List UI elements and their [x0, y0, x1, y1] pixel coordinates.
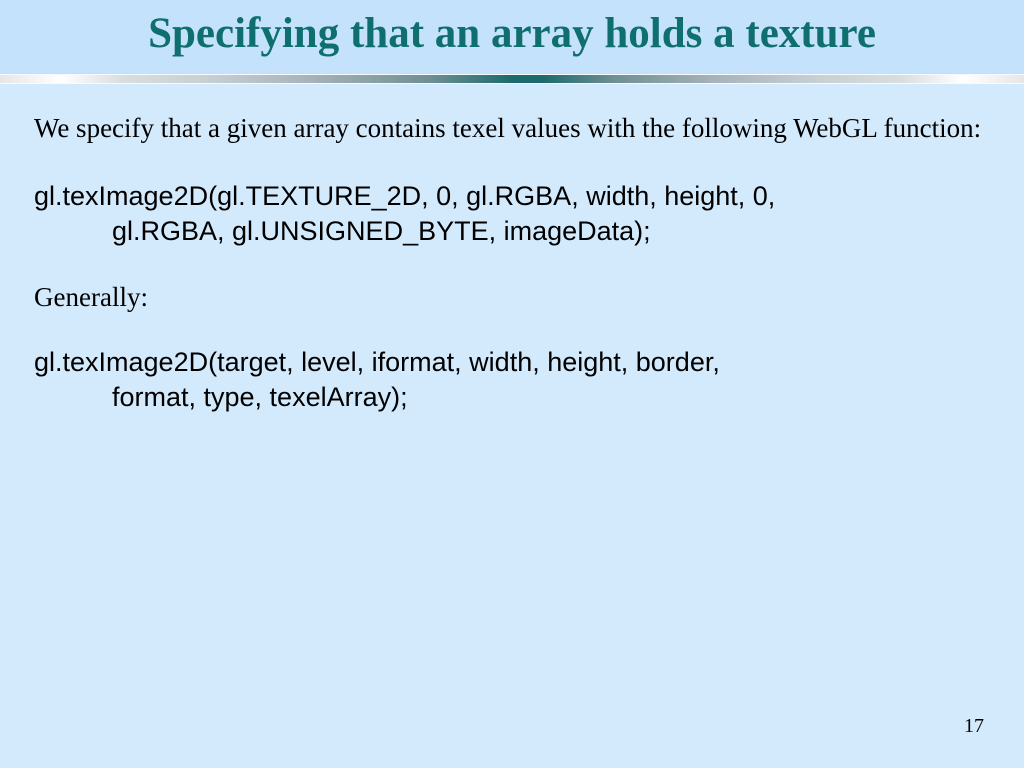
code-line: gl.texImage2D(target, level, iformat, wi…: [34, 345, 990, 380]
slide-content: We specify that a given array contains t…: [0, 84, 1024, 415]
code-line: gl.texImage2D(gl.TEXTURE_2D, 0, gl.RGBA,…: [34, 179, 990, 214]
slide-header: Specifying that an array holds a texture: [0, 0, 1024, 74]
slide-title: Specifying that an array holds a texture: [20, 8, 1004, 60]
intro-text: We specify that a given array contains t…: [34, 112, 990, 146]
code-line: format, type, texelArray);: [34, 380, 990, 415]
code-example-2: gl.texImage2D(target, level, iformat, wi…: [34, 345, 990, 415]
generally-label: Generally:: [34, 282, 990, 313]
header-divider: [0, 74, 1024, 84]
code-line: gl.RGBA, gl.UNSIGNED_BYTE, imageData);: [34, 214, 990, 249]
page-number: 17: [964, 715, 984, 738]
code-example-1: gl.texImage2D(gl.TEXTURE_2D, 0, gl.RGBA,…: [34, 179, 990, 249]
